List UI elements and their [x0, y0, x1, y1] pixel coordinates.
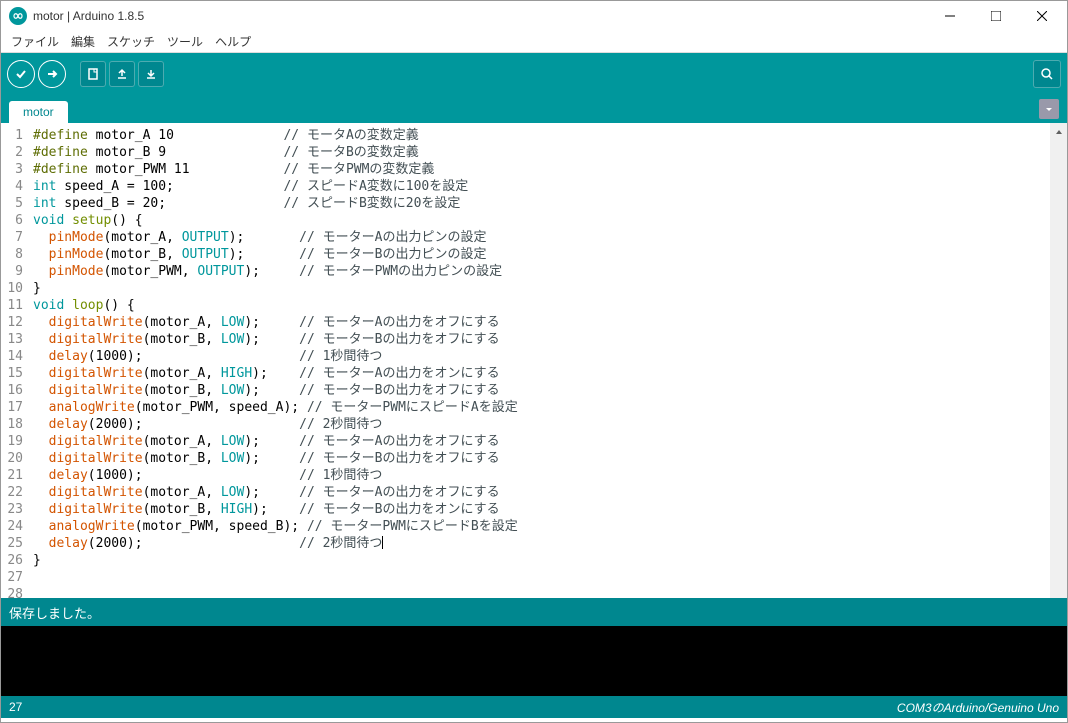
- text-cursor: [382, 536, 383, 549]
- toolbar: [1, 53, 1067, 95]
- line-number: 25: [1, 535, 23, 552]
- code-line[interactable]: delay(2000); // 2秒間待つ: [33, 416, 1067, 433]
- line-number: 7: [1, 229, 23, 246]
- line-number: 14: [1, 348, 23, 365]
- scroll-up-arrow[interactable]: [1050, 123, 1067, 140]
- code-line[interactable]: pinMode(motor_B, OUTPUT); // モーターBの出力ピンの…: [33, 246, 1067, 263]
- upload-button[interactable]: [38, 60, 66, 88]
- footer: 27 COM3のArduino/Genuino Uno: [1, 696, 1067, 718]
- editor[interactable]: 1234567891011121314151617181920212223242…: [1, 123, 1067, 598]
- menu-edit[interactable]: 編集: [67, 31, 99, 52]
- line-number: 26: [1, 552, 23, 569]
- menu-file[interactable]: ファイル: [7, 31, 63, 52]
- line-number: 27: [1, 569, 23, 586]
- code-line[interactable]: delay(1000); // 1秒間待つ: [33, 467, 1067, 484]
- code-line[interactable]: void loop() {: [33, 297, 1067, 314]
- line-number: 5: [1, 195, 23, 212]
- code-line[interactable]: pinMode(motor_A, OUTPUT); // モーターAの出力ピンの…: [33, 229, 1067, 246]
- line-number: 4: [1, 178, 23, 195]
- code-line[interactable]: digitalWrite(motor_A, LOW); // モーターAの出力を…: [33, 484, 1067, 501]
- code-line[interactable]: }: [33, 552, 1067, 569]
- serial-monitor-button[interactable]: [1033, 60, 1061, 88]
- code-line[interactable]: #define motor_PWM 11 // モータPWMの変数定義: [33, 161, 1067, 178]
- save-button[interactable]: [138, 61, 164, 87]
- code-line[interactable]: digitalWrite(motor_B, LOW); // モーターBの出力を…: [33, 382, 1067, 399]
- code-line[interactable]: digitalWrite(motor_A, LOW); // モーターAの出力を…: [33, 314, 1067, 331]
- minimize-button[interactable]: [927, 1, 973, 31]
- line-number: 12: [1, 314, 23, 331]
- line-number: 13: [1, 331, 23, 348]
- code-line[interactable]: delay(2000); // 2秒間待つ: [33, 535, 1067, 552]
- console[interactable]: [1, 626, 1067, 696]
- menu-tools[interactable]: ツール: [163, 31, 207, 52]
- cursor-line: 27: [9, 700, 22, 714]
- menu-help[interactable]: ヘルプ: [211, 31, 255, 52]
- code-line[interactable]: #define motor_A 10 // モータAの変数定義: [33, 127, 1067, 144]
- code-line[interactable]: int speed_B = 20; // スピードB変数に20を設定: [33, 195, 1067, 212]
- code-line[interactable]: }: [33, 280, 1067, 297]
- menu-sketch[interactable]: スケッチ: [103, 31, 159, 52]
- line-number: 17: [1, 399, 23, 416]
- board-info: COM3のArduino/Genuino Uno: [897, 699, 1059, 716]
- line-number: 16: [1, 382, 23, 399]
- line-number: 9: [1, 263, 23, 280]
- line-number: 21: [1, 467, 23, 484]
- tab-menu-button[interactable]: [1039, 99, 1059, 119]
- code-line[interactable]: digitalWrite(motor_B, LOW); // モーターBの出力を…: [33, 450, 1067, 467]
- code-line[interactable]: digitalWrite(motor_B, HIGH); // モーターBの出力…: [33, 501, 1067, 518]
- line-number: 22: [1, 484, 23, 501]
- open-button[interactable]: [109, 61, 135, 87]
- line-number: 1: [1, 127, 23, 144]
- line-number-gutter: 1234567891011121314151617181920212223242…: [1, 123, 29, 598]
- tab-motor[interactable]: motor: [9, 101, 68, 123]
- code-area[interactable]: #define motor_A 10 // モータAの変数定義#define m…: [29, 123, 1067, 598]
- line-number: 20: [1, 450, 23, 467]
- menubar: ファイル 編集 スケッチ ツール ヘルプ: [1, 31, 1067, 53]
- code-line[interactable]: #define motor_B 9 // モータBの変数定義: [33, 144, 1067, 161]
- code-line[interactable]: digitalWrite(motor_B, LOW); // モーターBの出力を…: [33, 331, 1067, 348]
- line-number: 6: [1, 212, 23, 229]
- arduino-logo-icon: [9, 7, 27, 25]
- titlebar[interactable]: motor | Arduino 1.8.5: [1, 1, 1067, 31]
- code-line[interactable]: digitalWrite(motor_A, HIGH); // モーターAの出力…: [33, 365, 1067, 382]
- line-number: 3: [1, 161, 23, 178]
- maximize-button[interactable]: [973, 1, 1019, 31]
- code-line[interactable]: analogWrite(motor_PWM, speed_B); // モーター…: [33, 518, 1067, 535]
- line-number: 19: [1, 433, 23, 450]
- line-number: 15: [1, 365, 23, 382]
- close-button[interactable]: [1019, 1, 1065, 31]
- code-line[interactable]: void setup() {: [33, 212, 1067, 229]
- new-button[interactable]: [80, 61, 106, 87]
- line-number: 28: [1, 586, 23, 598]
- code-line[interactable]: int speed_A = 100; // スピードA変数に100を設定: [33, 178, 1067, 195]
- line-number: 24: [1, 518, 23, 535]
- verify-button[interactable]: [7, 60, 35, 88]
- line-number: 23: [1, 501, 23, 518]
- code-line[interactable]: delay(1000); // 1秒間待つ: [33, 348, 1067, 365]
- line-number: 2: [1, 144, 23, 161]
- line-number: 11: [1, 297, 23, 314]
- code-line[interactable]: digitalWrite(motor_A, LOW); // モーターAの出力を…: [33, 433, 1067, 450]
- window-title: motor | Arduino 1.8.5: [33, 9, 927, 23]
- line-number: 8: [1, 246, 23, 263]
- line-number: 10: [1, 280, 23, 297]
- status-bar: 保存しました。: [1, 598, 1067, 626]
- line-number: 18: [1, 416, 23, 433]
- vertical-scrollbar[interactable]: [1050, 123, 1067, 598]
- code-line[interactable]: analogWrite(motor_PWM, speed_A); // モーター…: [33, 399, 1067, 416]
- code-line[interactable]: pinMode(motor_PWM, OUTPUT); // モーターPWMの出…: [33, 263, 1067, 280]
- tab-bar: motor: [1, 95, 1067, 123]
